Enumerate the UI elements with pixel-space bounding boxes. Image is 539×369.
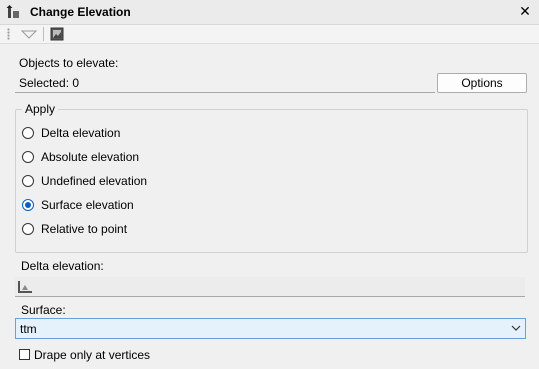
drape-checkbox[interactable] (19, 349, 30, 360)
surface-selected-value: ttm (20, 322, 37, 336)
surface-label: Surface: (21, 303, 66, 317)
radio-button[interactable] (22, 127, 34, 139)
apply-group-title: Apply (22, 102, 59, 116)
radio-button[interactable] (22, 151, 34, 163)
chevron-down-icon[interactable] (511, 324, 521, 332)
pick-point-icon[interactable] (17, 280, 33, 294)
toolbar-separator (43, 27, 44, 41)
close-button[interactable]: ✕ (517, 2, 533, 20)
selected-count-text: Selected: 0 (19, 76, 80, 90)
surface-select[interactable]: ttm (15, 318, 526, 339)
radio-label: Delta elevation (41, 126, 121, 140)
drape-checkbox-label: Drape only at vertices (34, 348, 151, 362)
radio-button[interactable] (22, 175, 34, 187)
options-button[interactable]: Options (437, 73, 527, 93)
objects-to-elevate-label: Objects to elevate: (19, 56, 119, 70)
radio-label: Undefined elevation (41, 174, 148, 188)
dropdown-arrow-icon[interactable] (20, 27, 38, 41)
radio-label: Relative to point (41, 222, 128, 236)
toolbar (0, 25, 539, 44)
radio-button-selected[interactable] (22, 199, 34, 211)
delta-elevation-label: Delta elevation: (21, 259, 104, 273)
radio-label: Surface elevation (41, 198, 134, 212)
window-title: Change Elevation (30, 5, 131, 19)
change-elevation-icon (6, 5, 19, 18)
radio-button[interactable] (22, 223, 34, 235)
toolbar-grip[interactable] (7, 28, 10, 40)
selected-objects-field[interactable]: Selected: 0 (15, 73, 435, 93)
delta-elevation-input[interactable] (15, 277, 525, 297)
picture-icon[interactable] (50, 27, 64, 41)
radio-label: Absolute elevation (41, 150, 140, 164)
title-bar: Change Elevation ✕ (0, 0, 539, 25)
